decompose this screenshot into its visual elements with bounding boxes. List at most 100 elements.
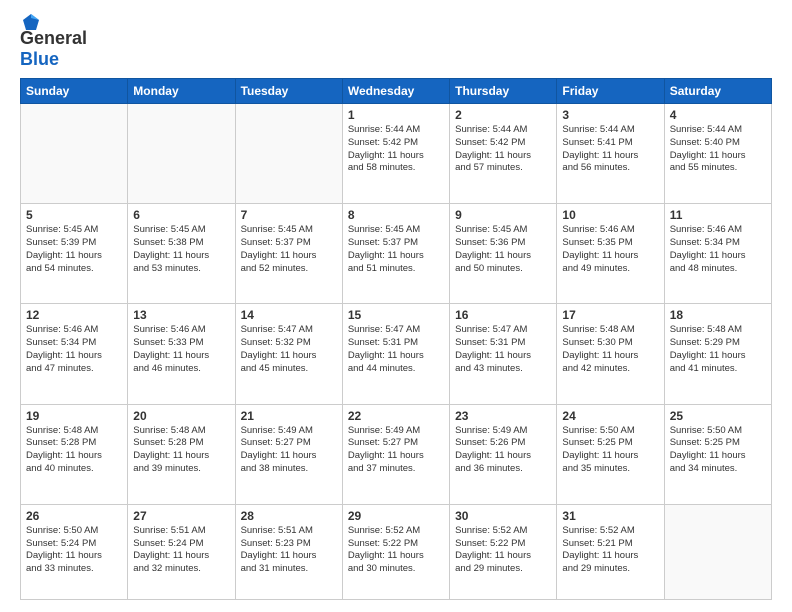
cell-detail: Sunrise: 5:50 AMSunset: 5:24 PMDaylight:…	[26, 525, 122, 576]
cell-detail: Sunrise: 5:49 AMSunset: 5:26 PMDaylight:…	[455, 425, 551, 476]
day-number: 29	[348, 509, 444, 523]
cell-detail: Sunrise: 5:49 AMSunset: 5:27 PMDaylight:…	[241, 425, 337, 476]
calendar-cell: 13 Sunrise: 5:46 AMSunset: 5:33 PMDayligh…	[128, 304, 235, 404]
calendar-cell: 25Sunrise: 5:50 AMSunset: 5:25 PMDayligh…	[664, 404, 771, 504]
calendar-cell: 14 Sunrise: 5:47 AMSunset: 5:32 PMDayligh…	[235, 304, 342, 404]
weekday-header: Wednesday	[342, 79, 449, 104]
logo-text-blue: Blue	[20, 49, 59, 69]
day-number: 16	[455, 308, 551, 322]
cell-detail: Sunrise: 5:44 AMSunset: 5:42 PMDaylight:…	[348, 124, 444, 175]
cell-detail: Sunrise: 5:45 AMSunset: 5:37 PMDaylight:…	[241, 224, 337, 275]
calendar-cell: 11Sunrise: 5:46 AMSunset: 5:34 PMDayligh…	[664, 204, 771, 304]
cell-detail: Sunrise: 5:45 AMSunset: 5:39 PMDaylight:…	[26, 224, 122, 275]
day-number: 26	[26, 509, 122, 523]
weekday-header: Sunday	[21, 79, 128, 104]
calendar-cell: 10 Sunrise: 5:46 AMSunset: 5:35 PMDayligh…	[557, 204, 664, 304]
cell-detail: Sunrise: 5:47 AMSunset: 5:31 PMDaylight:…	[348, 324, 444, 375]
calendar-cell	[664, 504, 771, 599]
day-number: 21	[241, 409, 337, 423]
weekday-header: Thursday	[450, 79, 557, 104]
calendar-cell: 22 Sunrise: 5:49 AMSunset: 5:27 PMDayligh…	[342, 404, 449, 504]
calendar-cell: 20 Sunrise: 5:48 AMSunset: 5:28 PMDayligh…	[128, 404, 235, 504]
day-number: 14	[241, 308, 337, 322]
calendar-cell: 27 Sunrise: 5:51 AMSunset: 5:24 PMDayligh…	[128, 504, 235, 599]
day-number: 15	[348, 308, 444, 322]
day-number: 10	[562, 208, 658, 222]
cell-detail: Sunrise: 5:44 AMSunset: 5:40 PMDaylight:…	[670, 124, 766, 175]
day-number: 11	[670, 208, 766, 222]
calendar-cell: 2 Sunrise: 5:44 AMSunset: 5:42 PMDaylight…	[450, 104, 557, 204]
calendar-cell: 26 Sunrise: 5:50 AMSunset: 5:24 PMDayligh…	[21, 504, 128, 599]
cell-detail: Sunrise: 5:48 AMSunset: 5:30 PMDaylight:…	[562, 324, 658, 375]
cell-detail: Sunrise: 5:50 AMSunset: 5:25 PMDaylight:…	[562, 425, 658, 476]
day-number: 30	[455, 509, 551, 523]
day-number: 13	[133, 308, 229, 322]
day-number: 8	[348, 208, 444, 222]
calendar-cell: 3 Sunrise: 5:44 AMSunset: 5:41 PMDaylight…	[557, 104, 664, 204]
day-number: 27	[133, 509, 229, 523]
cell-detail: Sunrise: 5:46 AMSunset: 5:33 PMDaylight:…	[133, 324, 229, 375]
cell-detail: Sunrise: 5:47 AMSunset: 5:31 PMDaylight:…	[455, 324, 551, 375]
calendar-cell: 6 Sunrise: 5:45 AMSunset: 5:38 PMDaylight…	[128, 204, 235, 304]
calendar-cell: 23 Sunrise: 5:49 AMSunset: 5:26 PMDayligh…	[450, 404, 557, 504]
day-number: 18	[670, 308, 766, 322]
calendar-cell: 18 Sunrise: 5:48 AMSunset: 5:29 PMDayligh…	[664, 304, 771, 404]
cell-detail: Sunrise: 5:47 AMSunset: 5:32 PMDaylight:…	[241, 324, 337, 375]
calendar-cell	[235, 104, 342, 204]
logo-text-general: General	[20, 28, 87, 49]
weekday-header: Saturday	[664, 79, 771, 104]
weekday-header: Monday	[128, 79, 235, 104]
cell-detail: Sunrise: 5:51 AMSunset: 5:23 PMDaylight:…	[241, 525, 337, 576]
cell-detail: Sunrise: 5:48 AMSunset: 5:28 PMDaylight:…	[26, 425, 122, 476]
cell-detail: Sunrise: 5:48 AMSunset: 5:29 PMDaylight:…	[670, 324, 766, 375]
day-number: 4	[670, 108, 766, 122]
day-number: 24	[562, 409, 658, 423]
day-number: 9	[455, 208, 551, 222]
calendar-cell: 12 Sunrise: 5:46 AMSunset: 5:34 PMDayligh…	[21, 304, 128, 404]
logo: General Blue	[20, 22, 87, 70]
calendar-cell: 4 Sunrise: 5:44 AMSunset: 5:40 PMDaylight…	[664, 104, 771, 204]
calendar-cell: 31Sunrise: 5:52 AMSunset: 5:21 PMDayligh…	[557, 504, 664, 599]
calendar-cell: 24 Sunrise: 5:50 AMSunset: 5:25 PMDayligh…	[557, 404, 664, 504]
calendar-cell: 7 Sunrise: 5:45 AMSunset: 5:37 PMDaylight…	[235, 204, 342, 304]
day-number: 7	[241, 208, 337, 222]
cell-detail: Sunrise: 5:44 AMSunset: 5:41 PMDaylight:…	[562, 124, 658, 175]
cell-detail: Sunrise: 5:48 AMSunset: 5:28 PMDaylight:…	[133, 425, 229, 476]
day-number: 12	[26, 308, 122, 322]
day-number: 1	[348, 108, 444, 122]
cell-detail: Sunrise: 5:51 AMSunset: 5:24 PMDaylight:…	[133, 525, 229, 576]
calendar-cell: 17 Sunrise: 5:48 AMSunset: 5:30 PMDayligh…	[557, 304, 664, 404]
day-number: 5	[26, 208, 122, 222]
calendar-page: General Blue SundayMondayTuesdayWednesda…	[0, 0, 792, 612]
calendar-cell: 19 Sunrise: 5:48 AMSunset: 5:28 PMDayligh…	[21, 404, 128, 504]
calendar-cell: 15 Sunrise: 5:47 AMSunset: 5:31 PMDayligh…	[342, 304, 449, 404]
cell-detail: Sunrise: 5:45 AMSunset: 5:36 PMDaylight:…	[455, 224, 551, 275]
day-number: 20	[133, 409, 229, 423]
calendar-cell: 9 Sunrise: 5:45 AMSunset: 5:36 PMDaylight…	[450, 204, 557, 304]
cell-detail: Sunrise: 5:52 AMSunset: 5:21 PMDaylight:…	[562, 525, 658, 576]
day-number: 17	[562, 308, 658, 322]
cell-detail: Sunrise: 5:44 AMSunset: 5:42 PMDaylight:…	[455, 124, 551, 175]
day-number: 23	[455, 409, 551, 423]
calendar-cell	[128, 104, 235, 204]
day-number: 28	[241, 509, 337, 523]
calendar-cell: 8Sunrise: 5:45 AMSunset: 5:37 PMDaylight…	[342, 204, 449, 304]
cell-detail: Sunrise: 5:45 AMSunset: 5:38 PMDaylight:…	[133, 224, 229, 275]
cell-detail: Sunrise: 5:52 AMSunset: 5:22 PMDaylight:…	[455, 525, 551, 576]
calendar-cell: 5 Sunrise: 5:45 AMSunset: 5:39 PMDaylight…	[21, 204, 128, 304]
cell-detail: Sunrise: 5:46 AMSunset: 5:35 PMDaylight:…	[562, 224, 658, 275]
day-number: 19	[26, 409, 122, 423]
day-number: 25	[670, 409, 766, 423]
calendar-cell: 28 Sunrise: 5:51 AMSunset: 5:23 PMDayligh…	[235, 504, 342, 599]
cell-detail: Sunrise: 5:46 AMSunset: 5:34 PMDaylight:…	[26, 324, 122, 375]
day-number: 3	[562, 108, 658, 122]
cell-detail: Sunrise: 5:49 AMSunset: 5:27 PMDaylight:…	[348, 425, 444, 476]
calendar-cell: 21 Sunrise: 5:49 AMSunset: 5:27 PMDayligh…	[235, 404, 342, 504]
calendar-cell	[21, 104, 128, 204]
day-number: 6	[133, 208, 229, 222]
calendar-cell: 29 Sunrise: 5:52 AMSunset: 5:22 PMDayligh…	[342, 504, 449, 599]
cell-detail: Sunrise: 5:52 AMSunset: 5:22 PMDaylight:…	[348, 525, 444, 576]
day-number: 22	[348, 409, 444, 423]
weekday-header: Friday	[557, 79, 664, 104]
day-number: 2	[455, 108, 551, 122]
